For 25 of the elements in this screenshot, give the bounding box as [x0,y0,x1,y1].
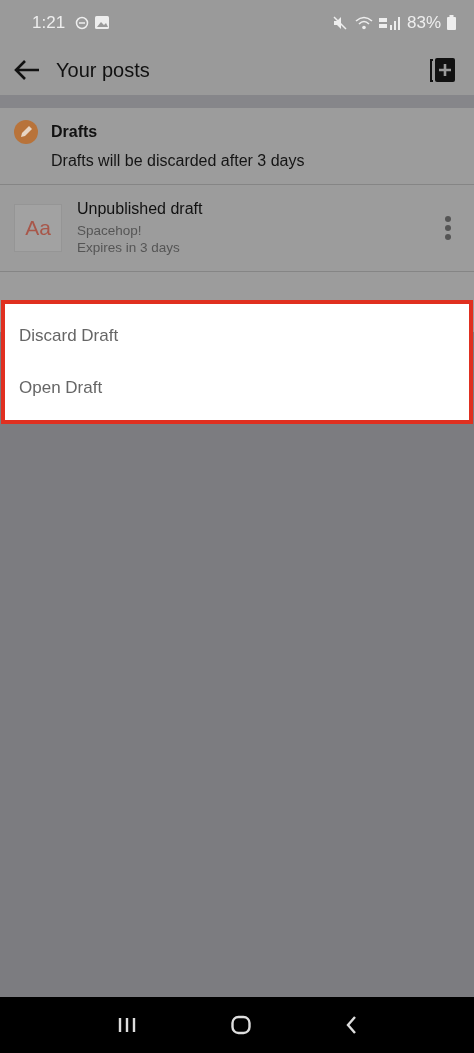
mute-icon [332,15,349,30]
draft-subtitle: Spacehop! [77,222,143,239]
image-icon [95,16,110,29]
back-arrow-icon[interactable] [14,59,40,81]
more-options-icon[interactable] [444,216,452,240]
new-post-icon[interactable] [428,57,456,83]
do-not-disturb-icon [75,15,90,30]
page-title: Your posts [56,58,150,82]
status-time: 1:21 [32,12,66,33]
signal-icon [378,15,401,30]
menu-item[interactable]: Discard Draft [5,310,469,362]
draft-expiry: Expires in 3 days [77,239,181,256]
draft-thumbnail: Aa [14,204,62,252]
draft-row[interactable]: Aa Unpublished draft Spacehop! Expires in 3 days [0,185,474,272]
battery-icon [447,15,456,30]
battery-percentage: 83% [406,12,441,33]
menu-item[interactable]: Open Draft [5,362,469,414]
section-note: Drafts will be discarded after 3 days [51,152,306,170]
draft-title: Unpublished draft [77,200,204,218]
section-title: Drafts [51,123,98,141]
home-icon[interactable] [231,1015,251,1035]
wifi-icon [354,15,373,30]
pencil-icon [14,120,38,144]
recent-apps-icon[interactable] [117,1017,137,1033]
back-icon[interactable] [345,1015,357,1035]
